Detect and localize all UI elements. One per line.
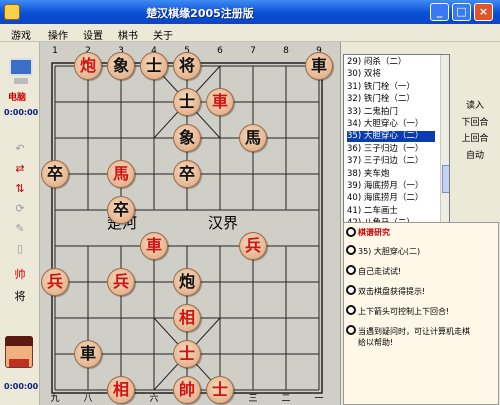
lesson-list-scrollbar[interactable] — [440, 55, 449, 236]
lesson-list-item[interactable]: 32) 铁门栓（二） — [347, 94, 435, 105]
menu-about[interactable]: 关于 — [153, 27, 173, 42]
column-number-bottom: 一 — [314, 394, 324, 404]
lesson-list[interactable]: 29) 闷杀（二） 30) 双将 31) 铁门栓（一） 32) 铁门栓（二） 33) 二… — [343, 54, 450, 237]
column-number-top: 8 — [283, 46, 289, 56]
lesson-list-item[interactable]: 33) 二鬼拍门 — [347, 107, 435, 118]
red-side-icon[interactable]: 帅 — [12, 268, 28, 282]
lesson-list-item[interactable]: 29) 闷杀（二） — [347, 57, 435, 68]
red-piece[interactable]: 相 — [107, 376, 135, 404]
column-number-top: 6 — [217, 46, 223, 56]
tip-line: 自己走试试! — [358, 267, 402, 276]
black-piece[interactable]: 馬 — [239, 124, 267, 152]
minimize-button[interactable]: _ — [430, 3, 449, 21]
column-number-bottom: 六 — [149, 394, 159, 404]
black-piece[interactable]: 象 — [107, 52, 135, 80]
panda-icon — [346, 245, 356, 255]
menu-chessbook[interactable]: 棋书 — [118, 27, 138, 42]
river-label-right: 汉界 — [208, 214, 239, 232]
black-piece[interactable]: 卒 — [107, 196, 135, 224]
computer-icon — [9, 58, 33, 76]
black-piece[interactable]: 卒 — [41, 160, 69, 188]
load-button[interactable]: 读入 — [454, 98, 496, 111]
tip-title: 棋谱研究 — [358, 228, 390, 237]
tip-line: 35) 大胆穿心(二) — [358, 247, 421, 256]
column-number-bottom: 三 — [248, 394, 258, 404]
undo-icon[interactable]: ↶ — [12, 142, 28, 156]
lesson-list-item[interactable]: 39) 海底捞月（一） — [347, 181, 435, 192]
swap-horizontal-icon[interactable]: ⇄ — [12, 162, 28, 176]
column-number-bottom: 二 — [281, 394, 291, 404]
black-piece[interactable]: 車 — [305, 52, 333, 80]
right-panel: 29) 闷杀（二） 30) 双将 31) 铁门栓（一） 32) 铁门栓（二） 33) 二… — [340, 42, 500, 405]
column-number-bottom: 九 — [50, 394, 60, 404]
lesson-list-item[interactable]: 37) 三子归边（二） — [347, 156, 435, 167]
red-piece[interactable]: 車 — [206, 88, 234, 116]
lesson-list-item[interactable]: 35) 大胆穿心（二） — [347, 131, 435, 143]
black-piece[interactable]: 士 — [140, 52, 168, 80]
lesson-list-item[interactable]: 38) 夹车炮 — [347, 169, 435, 180]
lesson-list-item[interactable]: 31) 铁门栓（一） — [347, 82, 435, 93]
column-number-top: 7 — [250, 46, 256, 56]
tip-line: 当遇到疑问时，可让计算机走棋 — [358, 327, 470, 336]
prev-round-button[interactable]: 上回合 — [454, 131, 496, 144]
red-piece[interactable]: 帥 — [173, 376, 201, 404]
panda-icon — [346, 227, 356, 237]
black-piece[interactable]: 卒 — [173, 160, 201, 188]
red-piece[interactable]: 兵 — [41, 268, 69, 296]
panda-icon — [346, 265, 356, 275]
document-icon[interactable]: ▯ — [12, 242, 28, 256]
rotate-icon[interactable]: ⟳ — [12, 202, 28, 216]
black-piece[interactable]: 炮 — [173, 268, 201, 296]
panda-icon — [346, 285, 356, 295]
window-title: 楚汉棋缘2005注册版 — [146, 7, 254, 20]
tip-line: 双击棋盘获得提示! — [358, 287, 426, 296]
player-avatar — [5, 336, 33, 368]
tip-box: 棋谱研究 35) 大胆穿心(二) 自己走试试! 双击棋盘获得提示! 上下箭头可控… — [343, 222, 499, 405]
swap-vertical-icon[interactable]: ⇅ — [12, 182, 28, 196]
tip-line: 给以帮助! — [358, 338, 394, 347]
scrollbar-thumb[interactable] — [442, 165, 449, 193]
black-side-icon[interactable]: 将 — [12, 290, 28, 304]
chess-board[interactable]: 123456789 九八七六五四三二一 楚河 汉界 炮象士将車士車象馬卒馬卒卒車… — [40, 42, 340, 405]
red-piece[interactable]: 車 — [140, 232, 168, 260]
black-piece[interactable]: 士 — [173, 88, 201, 116]
panda-icon — [346, 325, 356, 335]
red-piece[interactable]: 馬 — [107, 160, 135, 188]
top-player-timer: 0:00:00 — [4, 108, 39, 117]
lesson-list-item[interactable]: 40) 海底捞月（二） — [347, 193, 435, 204]
close-button[interactable]: × — [474, 3, 493, 21]
lesson-list-item[interactable]: 30) 双将 — [347, 69, 435, 80]
red-piece[interactable]: 兵 — [239, 232, 267, 260]
menu-settings[interactable]: 设置 — [83, 27, 103, 42]
red-piece[interactable]: 炮 — [74, 52, 102, 80]
menu-operate[interactable]: 操作 — [48, 27, 68, 42]
lesson-list-item[interactable]: 34) 大胆穿心（一） — [347, 119, 435, 130]
black-piece[interactable]: 車 — [74, 340, 102, 368]
menu-game[interactable]: 游戏 — [11, 27, 31, 42]
computer-stand — [14, 78, 28, 84]
left-toolbar: 电脑 0:00:00 ↶ ⇄ ⇅ ⟳ ✎ ▯ 帅 将 0:00:00 — [0, 42, 40, 405]
red-piece[interactable]: 士 — [173, 340, 201, 368]
settings-icon[interactable]: ✎ — [12, 222, 28, 236]
column-number-bottom: 八 — [83, 394, 93, 404]
red-piece[interactable]: 相 — [173, 304, 201, 332]
tip-line: 上下箭头可控制上下回合! — [358, 307, 450, 316]
lesson-list-item[interactable]: 41) 二车画士 — [347, 206, 435, 217]
black-piece[interactable]: 象 — [173, 124, 201, 152]
auto-button[interactable]: 自动 — [454, 148, 496, 161]
red-piece[interactable]: 兵 — [107, 268, 135, 296]
top-player-name: 电脑 — [8, 93, 27, 103]
red-piece[interactable]: 士 — [206, 376, 234, 404]
black-piece[interactable]: 将 — [173, 52, 201, 80]
next-round-button[interactable]: 下回合 — [454, 115, 496, 128]
panda-icon — [346, 305, 356, 315]
lesson-list-item[interactable]: 36) 三子归边（一） — [347, 144, 435, 155]
menu-bar: 游戏 操作 设置 棋书 关于 — [0, 24, 500, 42]
column-number-top: 1 — [52, 46, 58, 56]
maximize-button[interactable]: □ — [452, 3, 471, 21]
bottom-player-timer: 0:00:00 — [4, 382, 39, 391]
title-bar: 楚汉棋缘2005注册版 _ □ × — [0, 0, 500, 24]
